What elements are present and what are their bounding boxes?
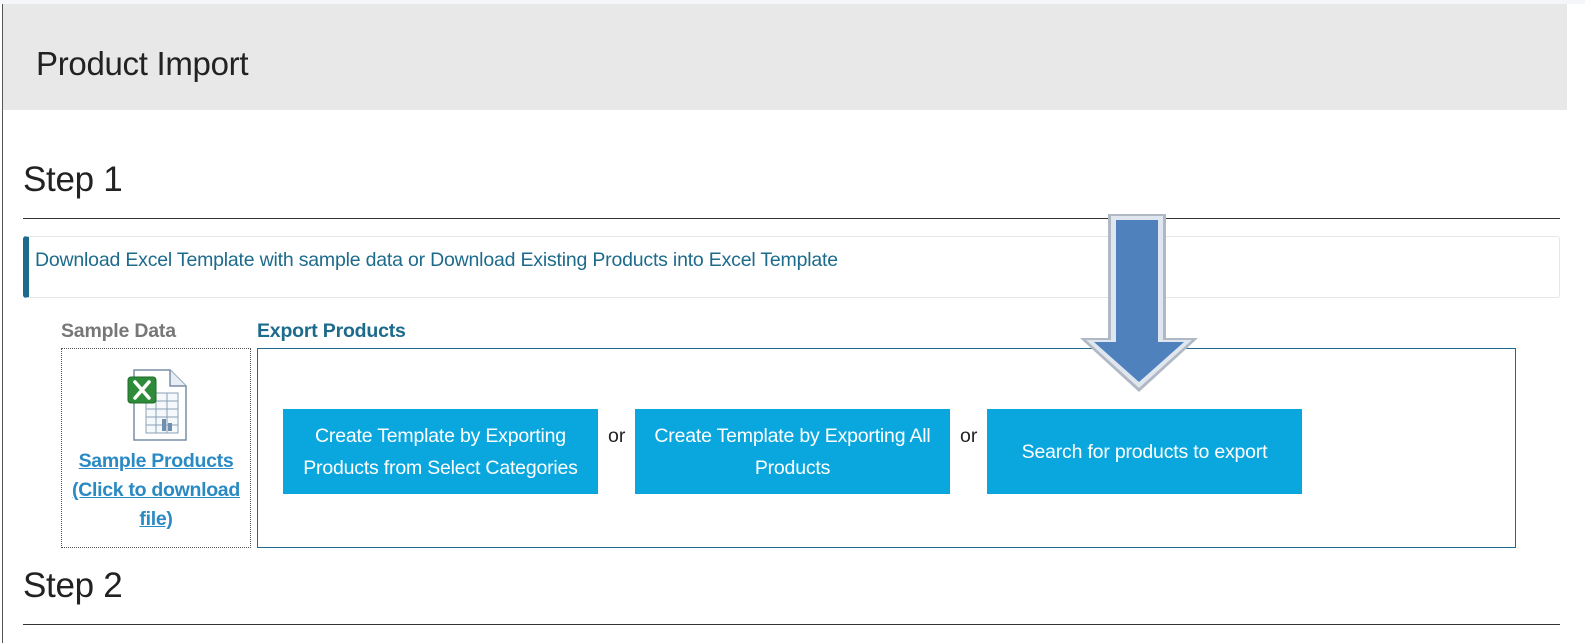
button-label-line: Products from Select Categories [303,456,578,479]
step2-title: Step 2 [23,566,123,605]
sample-data-label: Sample Data [61,320,176,342]
or-separator: or [608,425,626,447]
step2-divider [23,624,1560,625]
sample-products-download-link[interactable]: Sample Products (Click to download file) [62,447,250,534]
page-title: Product Import [36,45,249,82]
export-all-products-button[interactable]: Create Template by Exporting All Product… [635,409,950,494]
button-label-line: Create Template by Exporting All [654,424,931,447]
sample-link-line[interactable]: Sample Products [62,447,250,476]
search-products-to-export-button[interactable]: Search for products to export [987,409,1302,494]
button-label-line: Create Template by Exporting [315,424,566,447]
sample-link-line[interactable]: (Click to download [62,476,250,505]
step1-title: Step 1 [23,160,123,199]
excel-file-icon[interactable] [126,367,188,443]
page-header: Product Import [3,4,1567,110]
sample-data-box: Sample Products (Click to download file) [61,348,251,548]
info-text: Download Excel Template with sample data… [35,249,838,271]
sample-link-line[interactable]: file) [62,505,250,534]
export-select-categories-button[interactable]: Create Template by Exporting Products fr… [283,409,598,494]
step1-divider [23,218,1560,219]
down-arrow-icon [1080,214,1198,392]
export-products-box: Create Template by Exporting Products fr… [257,348,1516,548]
button-label-line: Products [754,456,831,479]
button-label: Create Template by Exporting All Product… [654,420,930,484]
button-label: Create Template by Exporting Products fr… [303,420,578,484]
export-products-label: Export Products [257,320,406,342]
info-callout: Download Excel Template with sample data… [23,236,1560,298]
or-separator: or [960,425,978,447]
button-label-line: Search for products to export [1021,440,1268,463]
